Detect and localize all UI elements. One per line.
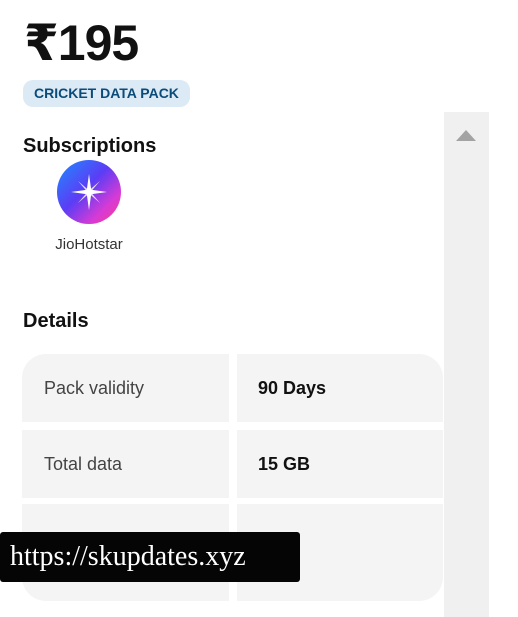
details-value: 90 Days	[237, 354, 443, 422]
scroll-up-arrow-icon[interactable]	[456, 130, 476, 141]
plan-price: ₹195	[24, 15, 139, 71]
subscriptions-heading: Subscriptions	[23, 135, 157, 157]
subscription-item-jiohotstar[interactable]: JioHotstar	[46, 160, 132, 254]
plan-details-page: ₹195 CRICKET DATA PACK Subscriptions Jio…	[0, 0, 518, 617]
details-label: Pack validity	[22, 354, 229, 422]
details-row-pack-validity: Pack validity 90 Days	[22, 354, 443, 422]
details-value: 15 GB	[237, 430, 443, 498]
plan-category-badge: CRICKET DATA PACK	[23, 80, 190, 107]
jiohotstar-logo-icon	[57, 160, 121, 224]
star-icon	[71, 174, 107, 210]
url-watermark: https://skupdates.xyz	[0, 532, 300, 582]
vertical-scrollbar[interactable]	[444, 112, 489, 617]
details-row-total-data: Total data 15 GB	[22, 430, 443, 498]
details-heading: Details	[23, 310, 89, 332]
subscription-name: JioHotstar	[55, 236, 123, 253]
details-label: Total data	[22, 430, 229, 498]
